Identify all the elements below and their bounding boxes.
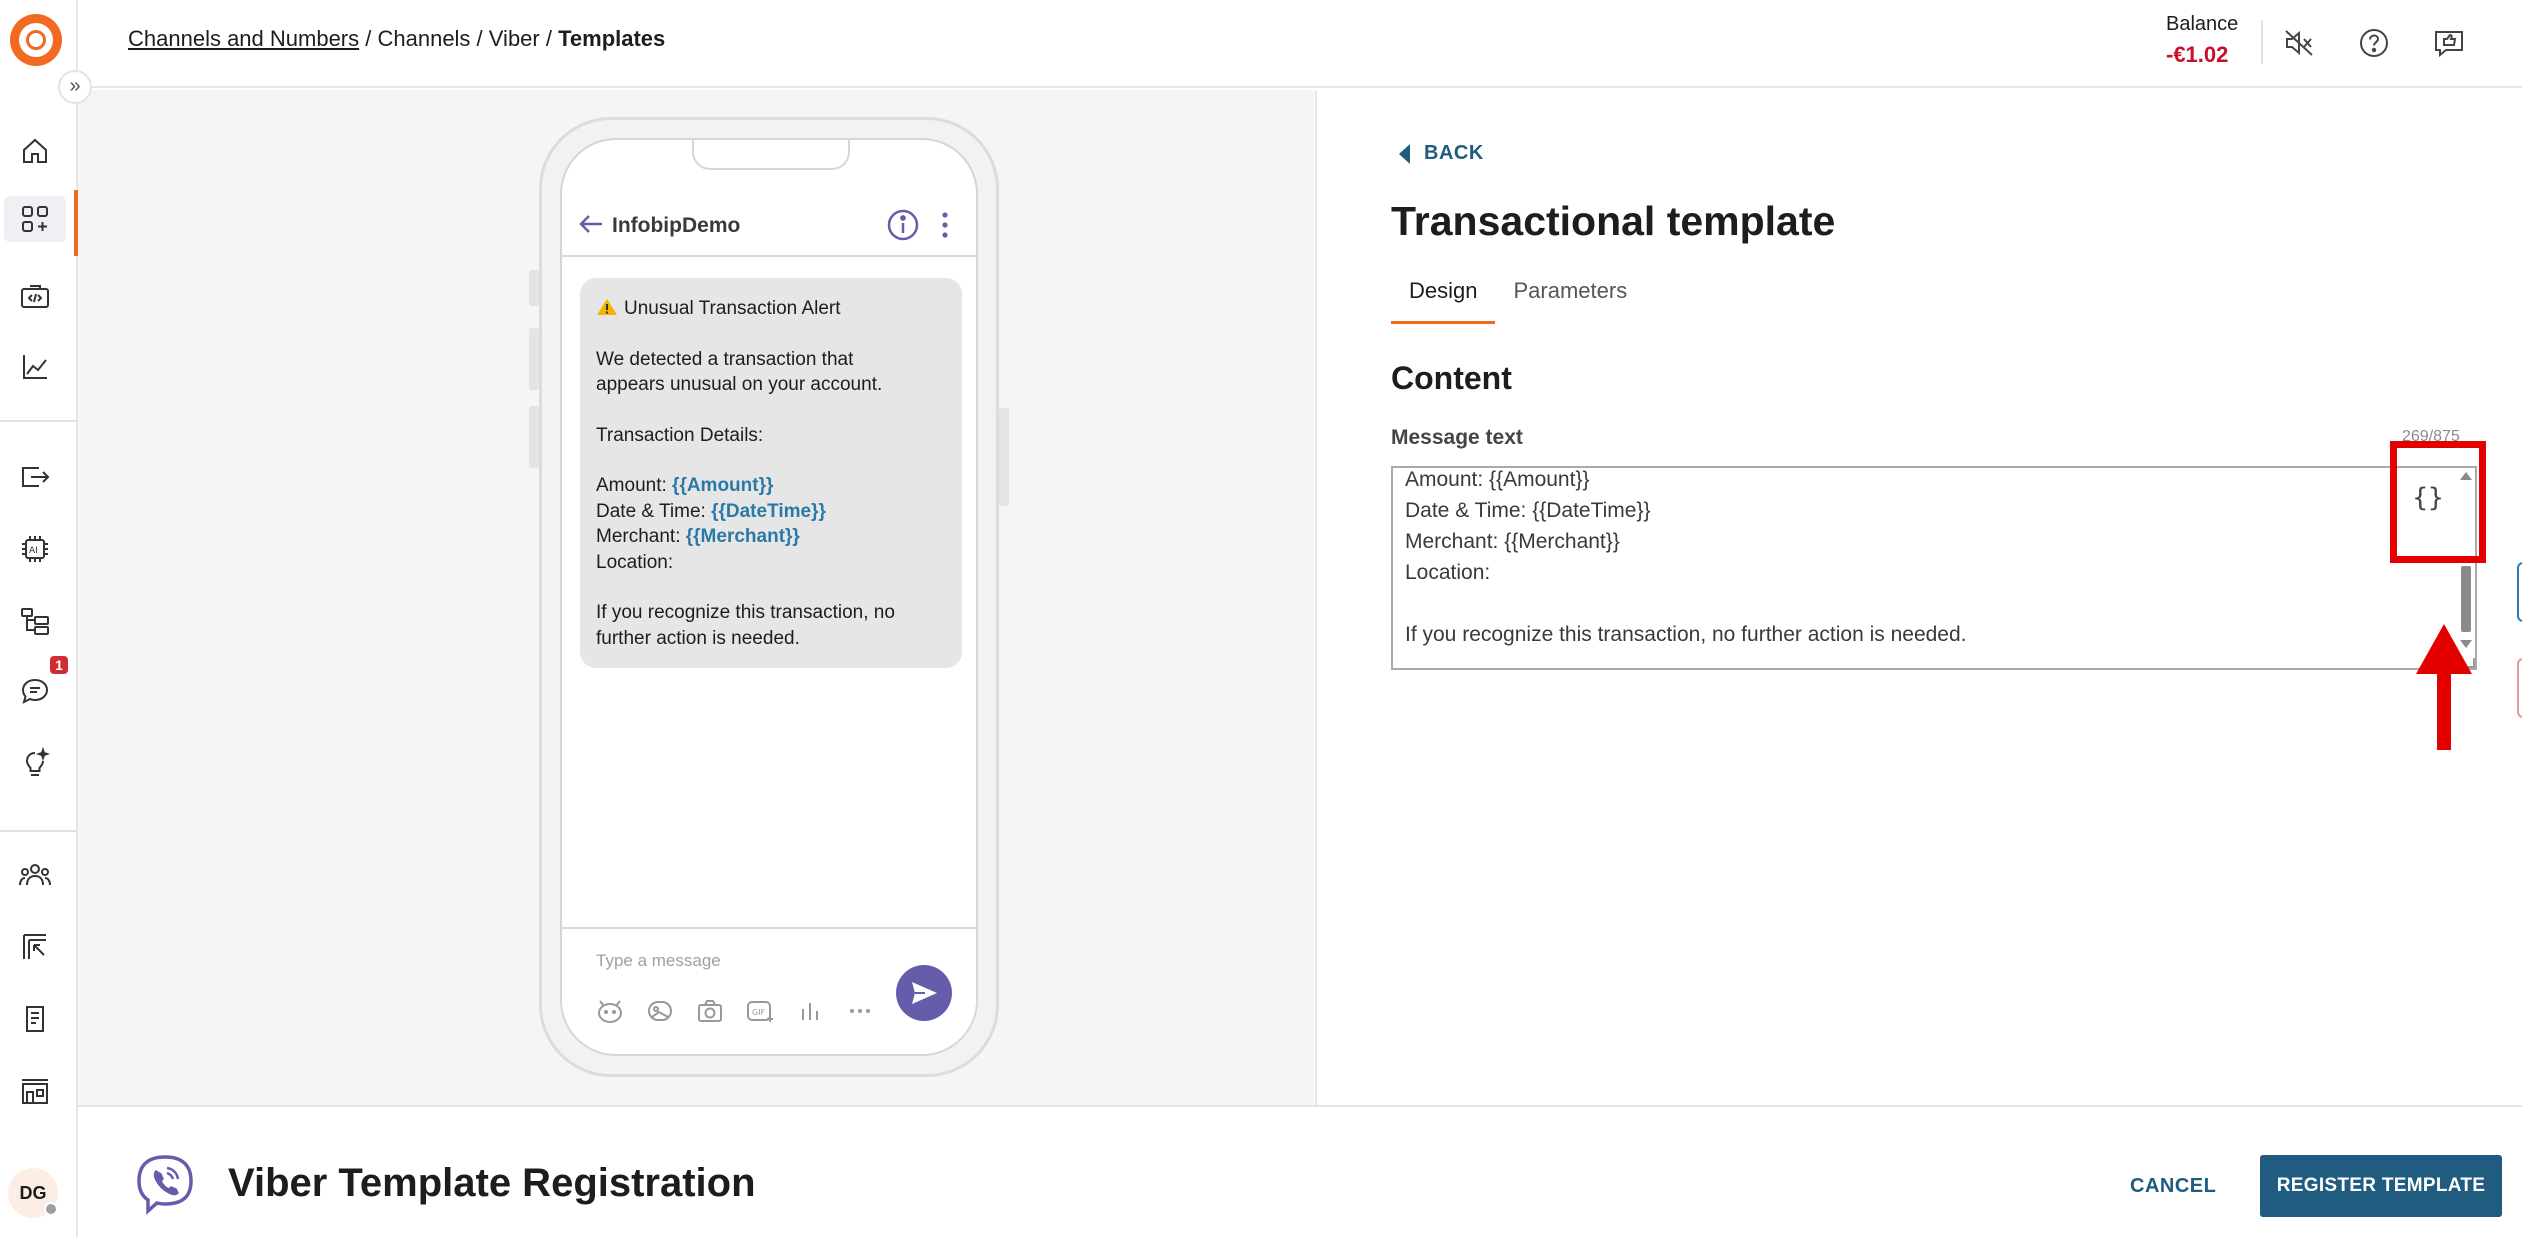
phone-notch: [692, 140, 850, 170]
ideas-icon[interactable]: [12, 740, 58, 786]
flow-icon[interactable]: [12, 598, 58, 644]
more-options-icon[interactable]: [938, 208, 952, 247]
info-icon[interactable]: [886, 208, 920, 247]
expand-sidebar-button[interactable]: »: [58, 70, 92, 104]
chat-header: InfobipDemo: [562, 195, 976, 257]
developer-tools-icon[interactable]: [12, 274, 58, 320]
template-editor-panel: BACK Transactional template Design Param…: [1315, 90, 2522, 1105]
scroll-thumb[interactable]: [2461, 566, 2471, 632]
image-icon[interactable]: [644, 997, 676, 1025]
message-body-line: We detected a transaction that: [596, 348, 854, 370]
phone-screen: InfobipDemo Unusual Transaction Alert We…: [560, 138, 978, 1056]
breadcrumb-templates: Templates: [558, 26, 666, 51]
balance-label: Balance: [2166, 13, 2239, 35]
tab-parameters[interactable]: Parameters: [1495, 272, 1645, 324]
phone-side-button: [999, 408, 1009, 506]
message-text-field[interactable]: Amount: {{Amount}} Date & Time: {{DateTi…: [1391, 466, 2477, 670]
campaigns-icon[interactable]: [12, 924, 58, 970]
preview-area: InfobipDemo Unusual Transaction Alert We…: [78, 90, 1314, 1105]
docs-icon[interactable]: [12, 996, 58, 1042]
message-title-line: Unusual Transaction Alert: [596, 296, 946, 322]
message-details-label: Transaction Details:: [596, 424, 764, 446]
message-footer-line: further action is needed.: [596, 627, 800, 649]
marketplace-icon[interactable]: [12, 1068, 58, 1114]
viber-logo-icon: [134, 1153, 196, 1220]
chat-icon[interactable]: [12, 668, 58, 714]
side-delete-button[interactable]: [2517, 658, 2522, 718]
message-title: Unusual Transaction Alert: [624, 298, 841, 319]
more-icon[interactable]: [844, 997, 876, 1025]
breadcrumb-viber: Viber: [488, 26, 540, 51]
tabs: Design Parameters: [1391, 272, 1645, 324]
cancel-button[interactable]: CANCEL: [2130, 1175, 2216, 1198]
breadcrumb-channels: Channels: [377, 26, 471, 51]
textarea-line: If you recognize this transaction, no fu…: [1405, 623, 1967, 646]
back-button[interactable]: BACK: [1399, 142, 1484, 165]
message-merchant-line: Merchant: {{Merchant}}: [596, 526, 800, 547]
sidebar-divider: [0, 420, 76, 422]
people-icon[interactable]: [12, 852, 58, 898]
sidebar-divider: [0, 830, 76, 832]
ai-chip-icon[interactable]: AI: [12, 526, 58, 572]
balance-value: -€1.02: [2166, 42, 2229, 67]
help-icon[interactable]: [2351, 20, 2397, 66]
phone-side-button: [529, 270, 539, 306]
status-dot: [44, 1202, 58, 1216]
apps-icon[interactable]: [4, 196, 66, 242]
annotation-arrow-icon: [2414, 624, 2474, 755]
chat-notification-badge: 1: [50, 656, 68, 674]
warning-icon: [596, 298, 618, 316]
phone-frame: InfobipDemo Unusual Transaction Alert We…: [539, 117, 999, 1077]
poll-icon[interactable]: [794, 997, 826, 1025]
chat-contact-name: InfobipDemo: [612, 214, 741, 237]
analytics-icon[interactable]: [12, 344, 58, 390]
message-input[interactable]: Type a message: [596, 951, 721, 971]
send-button[interactable]: [896, 965, 952, 1021]
message-bubble: Unusual Transaction Alert We detected a …: [580, 278, 962, 668]
top-bar: Channels and Numbers / Channels / Viber …: [78, 0, 2522, 88]
phone-side-button: [529, 328, 539, 390]
gif-icon[interactable]: GIF: [744, 997, 776, 1025]
sticker-icon[interactable]: [594, 997, 626, 1025]
merchant-variable: {{Merchant}}: [685, 526, 800, 547]
breadcrumb-channels-and-numbers[interactable]: Channels and Numbers: [128, 26, 359, 51]
breadcrumb: Channels and Numbers / Channels / Viber …: [128, 26, 666, 51]
message-footer-line: If you recognize this transaction, no: [596, 602, 895, 623]
amount-variable: {{Amount}}: [672, 475, 774, 496]
textarea-line: Merchant: {{Merchant}}: [1405, 530, 1620, 553]
page-title: Transactional template: [1391, 198, 1836, 244]
export-icon[interactable]: [12, 454, 58, 500]
phone-side-button: [529, 406, 539, 468]
textarea-line: Location:: [1405, 561, 1491, 584]
sound-off-icon[interactable]: [2276, 20, 2322, 66]
textarea-line: Amount: {{Amount}}: [1405, 468, 1590, 491]
compose-toolbar: GIF: [594, 997, 876, 1025]
footer-bar: Viber Template Registration CANCEL REGIS…: [78, 1105, 2522, 1237]
sidebar: AI 1 DG: [0, 0, 78, 1237]
message-body-line: appears unusual on your account.: [596, 374, 883, 395]
home-icon[interactable]: [12, 128, 58, 174]
send-icon: [912, 982, 937, 1004]
highlight-annotation-box: [2390, 441, 2486, 563]
datetime-variable: {{DateTime}}: [711, 500, 826, 522]
compose-bar: Type a message GIF: [562, 927, 976, 1054]
message-datetime-line: Date & Time: {{DateTime}}: [596, 500, 826, 522]
topbar-divider: [2261, 20, 2263, 64]
register-template-button[interactable]: REGISTER TEMPLATE: [2260, 1155, 2502, 1217]
svg-text:AI: AI: [29, 546, 38, 556]
message-text-label: Message text: [1391, 426, 1523, 449]
back-caret-icon: [1399, 143, 1410, 164]
side-action-button[interactable]: [2517, 562, 2522, 622]
svg-text:GIF: GIF: [752, 1008, 766, 1017]
tab-design[interactable]: Design: [1391, 272, 1496, 324]
message-location-line: Location:: [596, 551, 674, 573]
infobip-logo[interactable]: [10, 14, 62, 66]
camera-icon[interactable]: [694, 997, 726, 1025]
section-title: Content: [1391, 360, 1512, 396]
textarea-line: Date & Time: {{DateTime}}: [1405, 499, 1651, 522]
footer-title: Viber Template Registration: [228, 1161, 756, 1205]
back-arrow-icon[interactable]: [576, 209, 606, 244]
message-amount-line: Amount: {{Amount}}: [596, 475, 774, 496]
feedback-icon[interactable]: [2426, 20, 2472, 66]
